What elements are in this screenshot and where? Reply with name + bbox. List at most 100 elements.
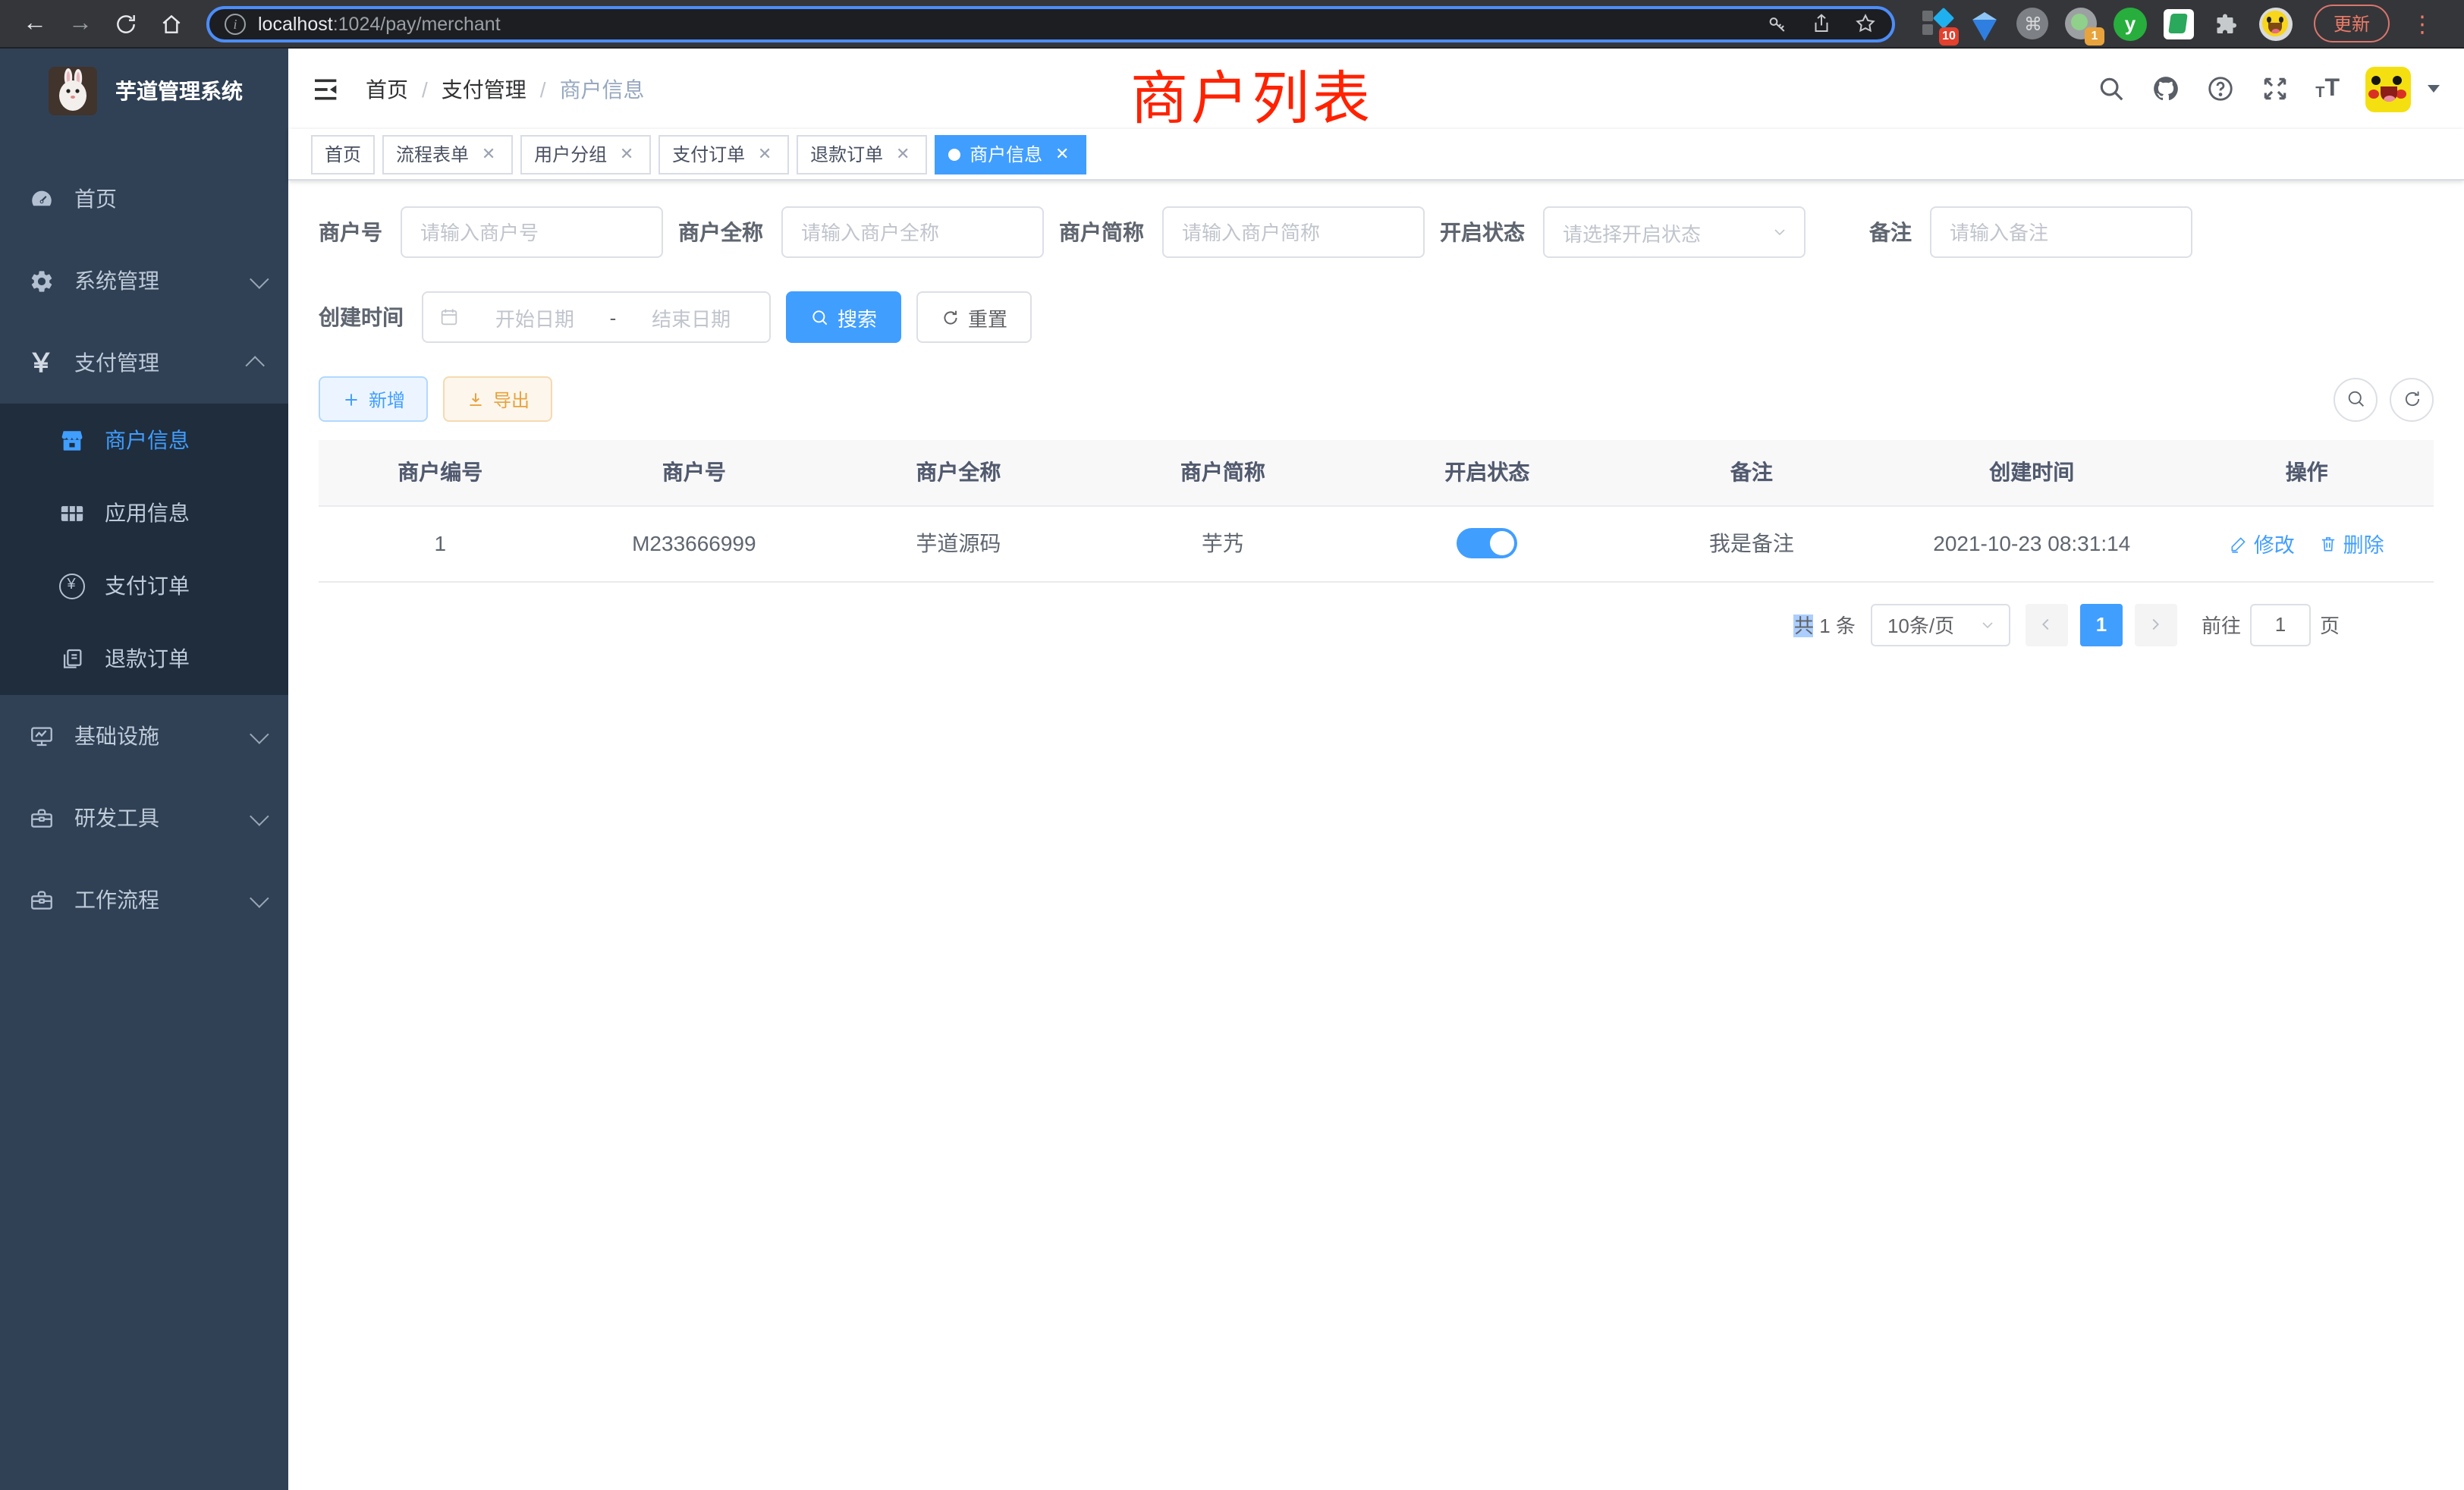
- close-icon[interactable]: ✕: [1051, 143, 1073, 165]
- sidebar-item-dev-tools[interactable]: 研发工具: [0, 777, 288, 859]
- fullscreen-icon[interactable]: [2261, 74, 2290, 103]
- extension-gem-icon[interactable]: [1968, 7, 2001, 40]
- extension-badge-one: 1: [2085, 27, 2104, 45]
- tags-view-bar: 首页 流程表单✕ 用户分组 ✕ 支付订单✕ 退款订单✕ 商户信息 ✕: [288, 129, 2464, 181]
- create-time-range-picker[interactable]: 开始日期 - 结束日期: [422, 291, 771, 343]
- pagination-total: 共 1 条: [1794, 610, 1856, 639]
- next-page-button[interactable]: [2135, 603, 2177, 646]
- sidebar-item-label: 退款订单: [105, 643, 190, 674]
- page-size-select[interactable]: 10条/页: [1871, 603, 2010, 646]
- tab-user-group[interactable]: 用户分组 ✕: [520, 134, 651, 174]
- date-separator: -: [610, 306, 617, 328]
- payment-submenu: 商户信息 应用信息 ¥ 支付订单: [0, 404, 288, 695]
- breadcrumb-payment[interactable]: 支付管理: [442, 74, 526, 104]
- breadcrumb-home[interactable]: 首页: [366, 74, 408, 104]
- sidebar-item-app-info[interactable]: 应用信息: [0, 476, 288, 549]
- close-icon[interactable]: ✕: [754, 143, 775, 165]
- prev-page-button[interactable]: [2026, 603, 2068, 646]
- help-icon[interactable]: [2206, 74, 2235, 103]
- reset-button[interactable]: 重置: [916, 291, 1032, 343]
- font-size-icon[interactable]: TT: [2315, 77, 2340, 101]
- export-button[interactable]: 导出: [443, 376, 552, 422]
- col-status: 开启状态: [1355, 440, 1620, 505]
- status-toggle[interactable]: [1457, 528, 1517, 558]
- tab-home[interactable]: 首页: [311, 134, 375, 174]
- sidebar-collapse-button[interactable]: [311, 74, 341, 104]
- page-content: 商户号 商户全称 商户简称 开启状态 请选择开启状态: [288, 181, 2464, 1490]
- merchant-short-input[interactable]: [1162, 206, 1425, 258]
- browser-back-button[interactable]: ←: [15, 4, 55, 43]
- goto-page-input[interactable]: [2250, 603, 2311, 646]
- sidebar-item-merchant-info[interactable]: 商户信息: [0, 404, 288, 476]
- tab-pay-order[interactable]: 支付订单✕: [658, 134, 789, 174]
- merchant-name-input[interactable]: [781, 206, 1044, 258]
- sidebar-item-label: 基础设施: [74, 721, 159, 751]
- url-bar[interactable]: i localhost:1024/pay/merchant: [206, 5, 1895, 42]
- tab-label: 商户信息: [970, 141, 1042, 167]
- pencil-icon: [2230, 533, 2249, 553]
- refresh-table-button[interactable]: [2390, 377, 2434, 421]
- sidebar-item-workflow[interactable]: 工作流程: [0, 859, 288, 941]
- sidebar-item-system[interactable]: 系统管理: [0, 240, 288, 322]
- share-icon[interactable]: [1810, 12, 1833, 35]
- sidebar-item-home[interactable]: 首页: [0, 158, 288, 240]
- extension-green-y-icon[interactable]: y: [2114, 7, 2147, 40]
- breadcrumb-current: 商户信息: [560, 74, 645, 104]
- github-icon[interactable]: [2151, 74, 2180, 103]
- header-search-icon[interactable]: [2097, 74, 2126, 103]
- cell-create-time: 2021-10-23 08:31:14: [1884, 505, 2180, 581]
- extension-proxy-icon[interactable]: 1: [2065, 7, 2098, 40]
- bookmark-star-icon[interactable]: [1854, 12, 1877, 35]
- password-key-icon[interactable]: [1766, 12, 1789, 35]
- remark-input[interactable]: [1930, 206, 2192, 258]
- app-title: 芋道管理系统: [115, 76, 243, 106]
- extension-command-icon[interactable]: ⌘: [2016, 7, 2050, 40]
- sidebar-logo-row[interactable]: 芋道管理系统: [0, 49, 288, 134]
- tab-refund-order[interactable]: 退款订单✕: [797, 134, 927, 174]
- start-date-placeholder: 开始日期: [472, 303, 598, 332]
- browser-menu-kebab-icon[interactable]: ⋮: [2405, 10, 2440, 37]
- delete-link[interactable]: 删除: [2319, 528, 2384, 558]
- sidebar-item-refund-order[interactable]: 退款订单: [0, 622, 288, 695]
- close-icon[interactable]: ✕: [892, 143, 913, 165]
- sidebar-item-pay-order[interactable]: ¥ 支付订单: [0, 549, 288, 622]
- sidebar-item-infrastructure[interactable]: 基础设施: [0, 695, 288, 777]
- edit-link[interactable]: 修改: [2230, 528, 2295, 558]
- delete-label: 删除: [2343, 528, 2384, 558]
- merchant-no-input[interactable]: [401, 206, 663, 258]
- tab-label: 首页: [325, 141, 361, 167]
- close-icon[interactable]: ✕: [478, 143, 499, 165]
- download-icon: [466, 389, 486, 409]
- search-button[interactable]: 搜索: [786, 291, 901, 343]
- pagination: 共 1 条 10条/页 1 前往 页: [319, 603, 2340, 646]
- col-actions: 操作: [2180, 440, 2434, 505]
- browser-forward-button[interactable]: →: [61, 4, 100, 43]
- col-merchant-no: 商户号: [562, 440, 827, 505]
- extension-notes-icon[interactable]: [2162, 7, 2195, 40]
- top-navbar: 首页 / 支付管理 / 商户信息: [288, 49, 2464, 129]
- chevron-down-icon: [250, 806, 269, 825]
- avatar-caret-icon[interactable]: [2428, 85, 2440, 93]
- chevron-up-icon: [245, 355, 264, 374]
- extension-emoji-icon[interactable]: [2259, 7, 2293, 40]
- browser-reload-button[interactable]: [106, 4, 146, 43]
- sidebar-item-label: 研发工具: [74, 803, 159, 833]
- show-search-toggle-button[interactable]: [2334, 377, 2378, 421]
- browser-home-button[interactable]: [152, 4, 191, 43]
- add-button[interactable]: 新增: [319, 376, 428, 422]
- tab-label: 用户分组: [534, 141, 607, 167]
- status-select[interactable]: 请选择开启状态: [1543, 206, 1806, 258]
- close-icon[interactable]: ✕: [616, 143, 637, 165]
- user-avatar[interactable]: [2365, 66, 2411, 112]
- site-info-icon[interactable]: i: [225, 13, 246, 34]
- breadcrumb: 首页 / 支付管理 / 商户信息: [366, 74, 645, 104]
- page-number-1[interactable]: 1: [2080, 603, 2123, 646]
- tab-merchant-info[interactable]: 商户信息 ✕: [935, 134, 1086, 174]
- extensions-puzzle-icon[interactable]: [2211, 7, 2244, 40]
- extension-dev-icon[interactable]: 10: [1919, 7, 1953, 40]
- col-remark: 备注: [1620, 440, 1884, 505]
- sidebar-item-payment[interactable]: ￥ 支付管理: [0, 322, 288, 404]
- chrome-update-button[interactable]: 更新: [2314, 5, 2390, 42]
- tab-process-form[interactable]: 流程表单✕: [382, 134, 513, 174]
- refresh-icon: [2401, 388, 2422, 410]
